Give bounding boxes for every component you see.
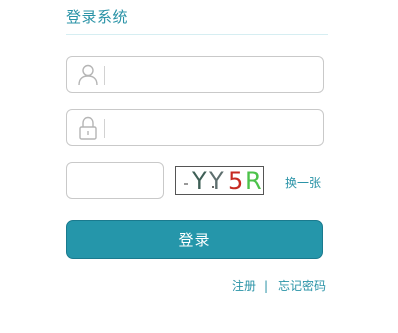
refresh-captcha-link[interactable]: 换一张 [285,176,321,190]
login-button[interactable]: 登录 [66,220,323,259]
captcha-char: 5 [228,167,244,195]
forgot-password-link[interactable]: 忘记密码 [278,279,326,293]
username-divider [104,66,105,85]
password-divider [104,119,105,138]
link-separator: | [264,279,269,293]
username-input[interactable] [111,57,316,92]
captcha-image[interactable]: Y Y 5 R [175,166,264,195]
register-link[interactable]: 注册 [232,279,256,293]
title-divider [66,34,328,35]
captcha-char: R [245,167,262,195]
username-field[interactable] [66,56,324,93]
password-input[interactable] [111,110,316,145]
captcha-char: Y [192,167,207,195]
user-icon [77,63,99,87]
page-title: 登录系统 [66,8,129,26]
password-field[interactable] [66,109,324,146]
captcha-noise [184,183,188,185]
captcha-input[interactable] [66,162,164,199]
captcha-char: Y [209,167,224,195]
lock-icon [77,116,99,140]
